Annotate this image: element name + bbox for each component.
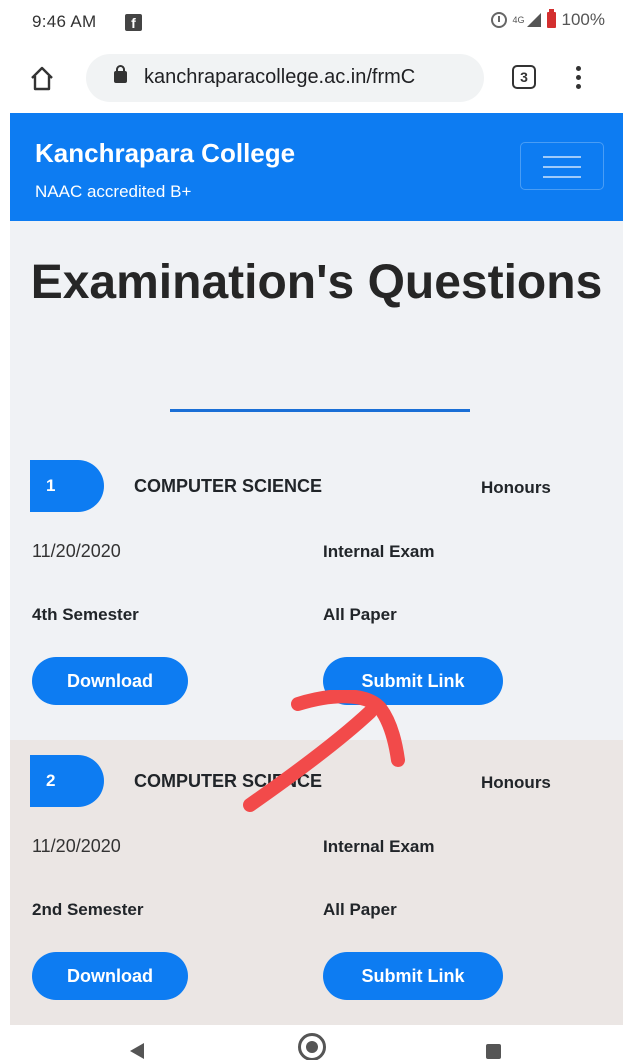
android-nav-bar	[0, 1025, 623, 1060]
site-navbar: Kanchrapara College NAAC accredited B+	[10, 113, 623, 221]
url-text[interactable]: kanchraparacollege.ac.in/frmC	[144, 66, 474, 89]
alarm-icon	[490, 12, 507, 28]
page-title: Examination's Questions	[30, 256, 603, 309]
battery-percent: 100%	[561, 10, 605, 29]
record-level: Honours	[481, 478, 551, 497]
nav-toggle-button[interactable]	[520, 142, 604, 190]
record-date: 11/20/2020	[32, 836, 121, 856]
record-date: 11/20/2020	[32, 541, 121, 561]
record-exam-type: Internal Exam	[323, 837, 435, 856]
back-icon[interactable]	[130, 1043, 144, 1059]
record-semester: 2nd Semester	[32, 900, 144, 919]
record-paper: All Paper	[323, 900, 397, 919]
network-type: 4G	[512, 15, 525, 25]
title-underline	[170, 409, 470, 412]
recents-icon[interactable]	[486, 1044, 501, 1059]
address-bar[interactable]: kanchraparacollege.ac.in/frmC	[86, 54, 484, 102]
facebook-icon: f	[125, 14, 142, 31]
record-number-badge: 2	[30, 755, 104, 807]
download-button[interactable]: Download	[32, 657, 188, 705]
home-circle-icon[interactable]	[298, 1033, 326, 1060]
status-indicators: 4G 100%	[490, 9, 605, 30]
tabs-icon[interactable]: 3	[512, 65, 536, 89]
exam-record: 2 COMPUTER SCIENCE Honours 11/20/2020 In…	[10, 740, 623, 1025]
home-icon[interactable]	[30, 66, 54, 92]
download-button[interactable]: Download	[32, 952, 188, 1000]
status-time: 9:46 AM	[32, 12, 97, 31]
site-brand[interactable]: Kanchrapara College	[35, 138, 295, 169]
record-level: Honours	[481, 773, 551, 792]
browser-toolbar: kanchraparacollege.ac.in/frmC 3	[0, 48, 623, 110]
record-exam-type: Internal Exam	[323, 542, 435, 561]
exam-record: 1 COMPUTER SCIENCE Honours 11/20/2020 In…	[10, 445, 623, 740]
record-paper: All Paper	[323, 605, 397, 624]
submit-link-button[interactable]: Submit Link	[323, 657, 503, 705]
record-subject: COMPUTER SCIENCE	[134, 771, 323, 791]
submit-link-button[interactable]: Submit Link	[323, 952, 503, 1000]
lock-icon	[114, 65, 127, 83]
record-semester: 4th Semester	[32, 605, 139, 624]
record-subject: COMPUTER SCIENCE	[134, 476, 323, 496]
status-bar: 9:46 AM f 4G 100%	[0, 0, 623, 48]
signal-icon	[526, 13, 541, 27]
menu-dots-icon[interactable]	[576, 66, 582, 92]
battery-icon	[546, 9, 556, 28]
record-number-badge: 1	[30, 460, 104, 512]
site-tagline: NAAC accredited B+	[35, 182, 192, 201]
